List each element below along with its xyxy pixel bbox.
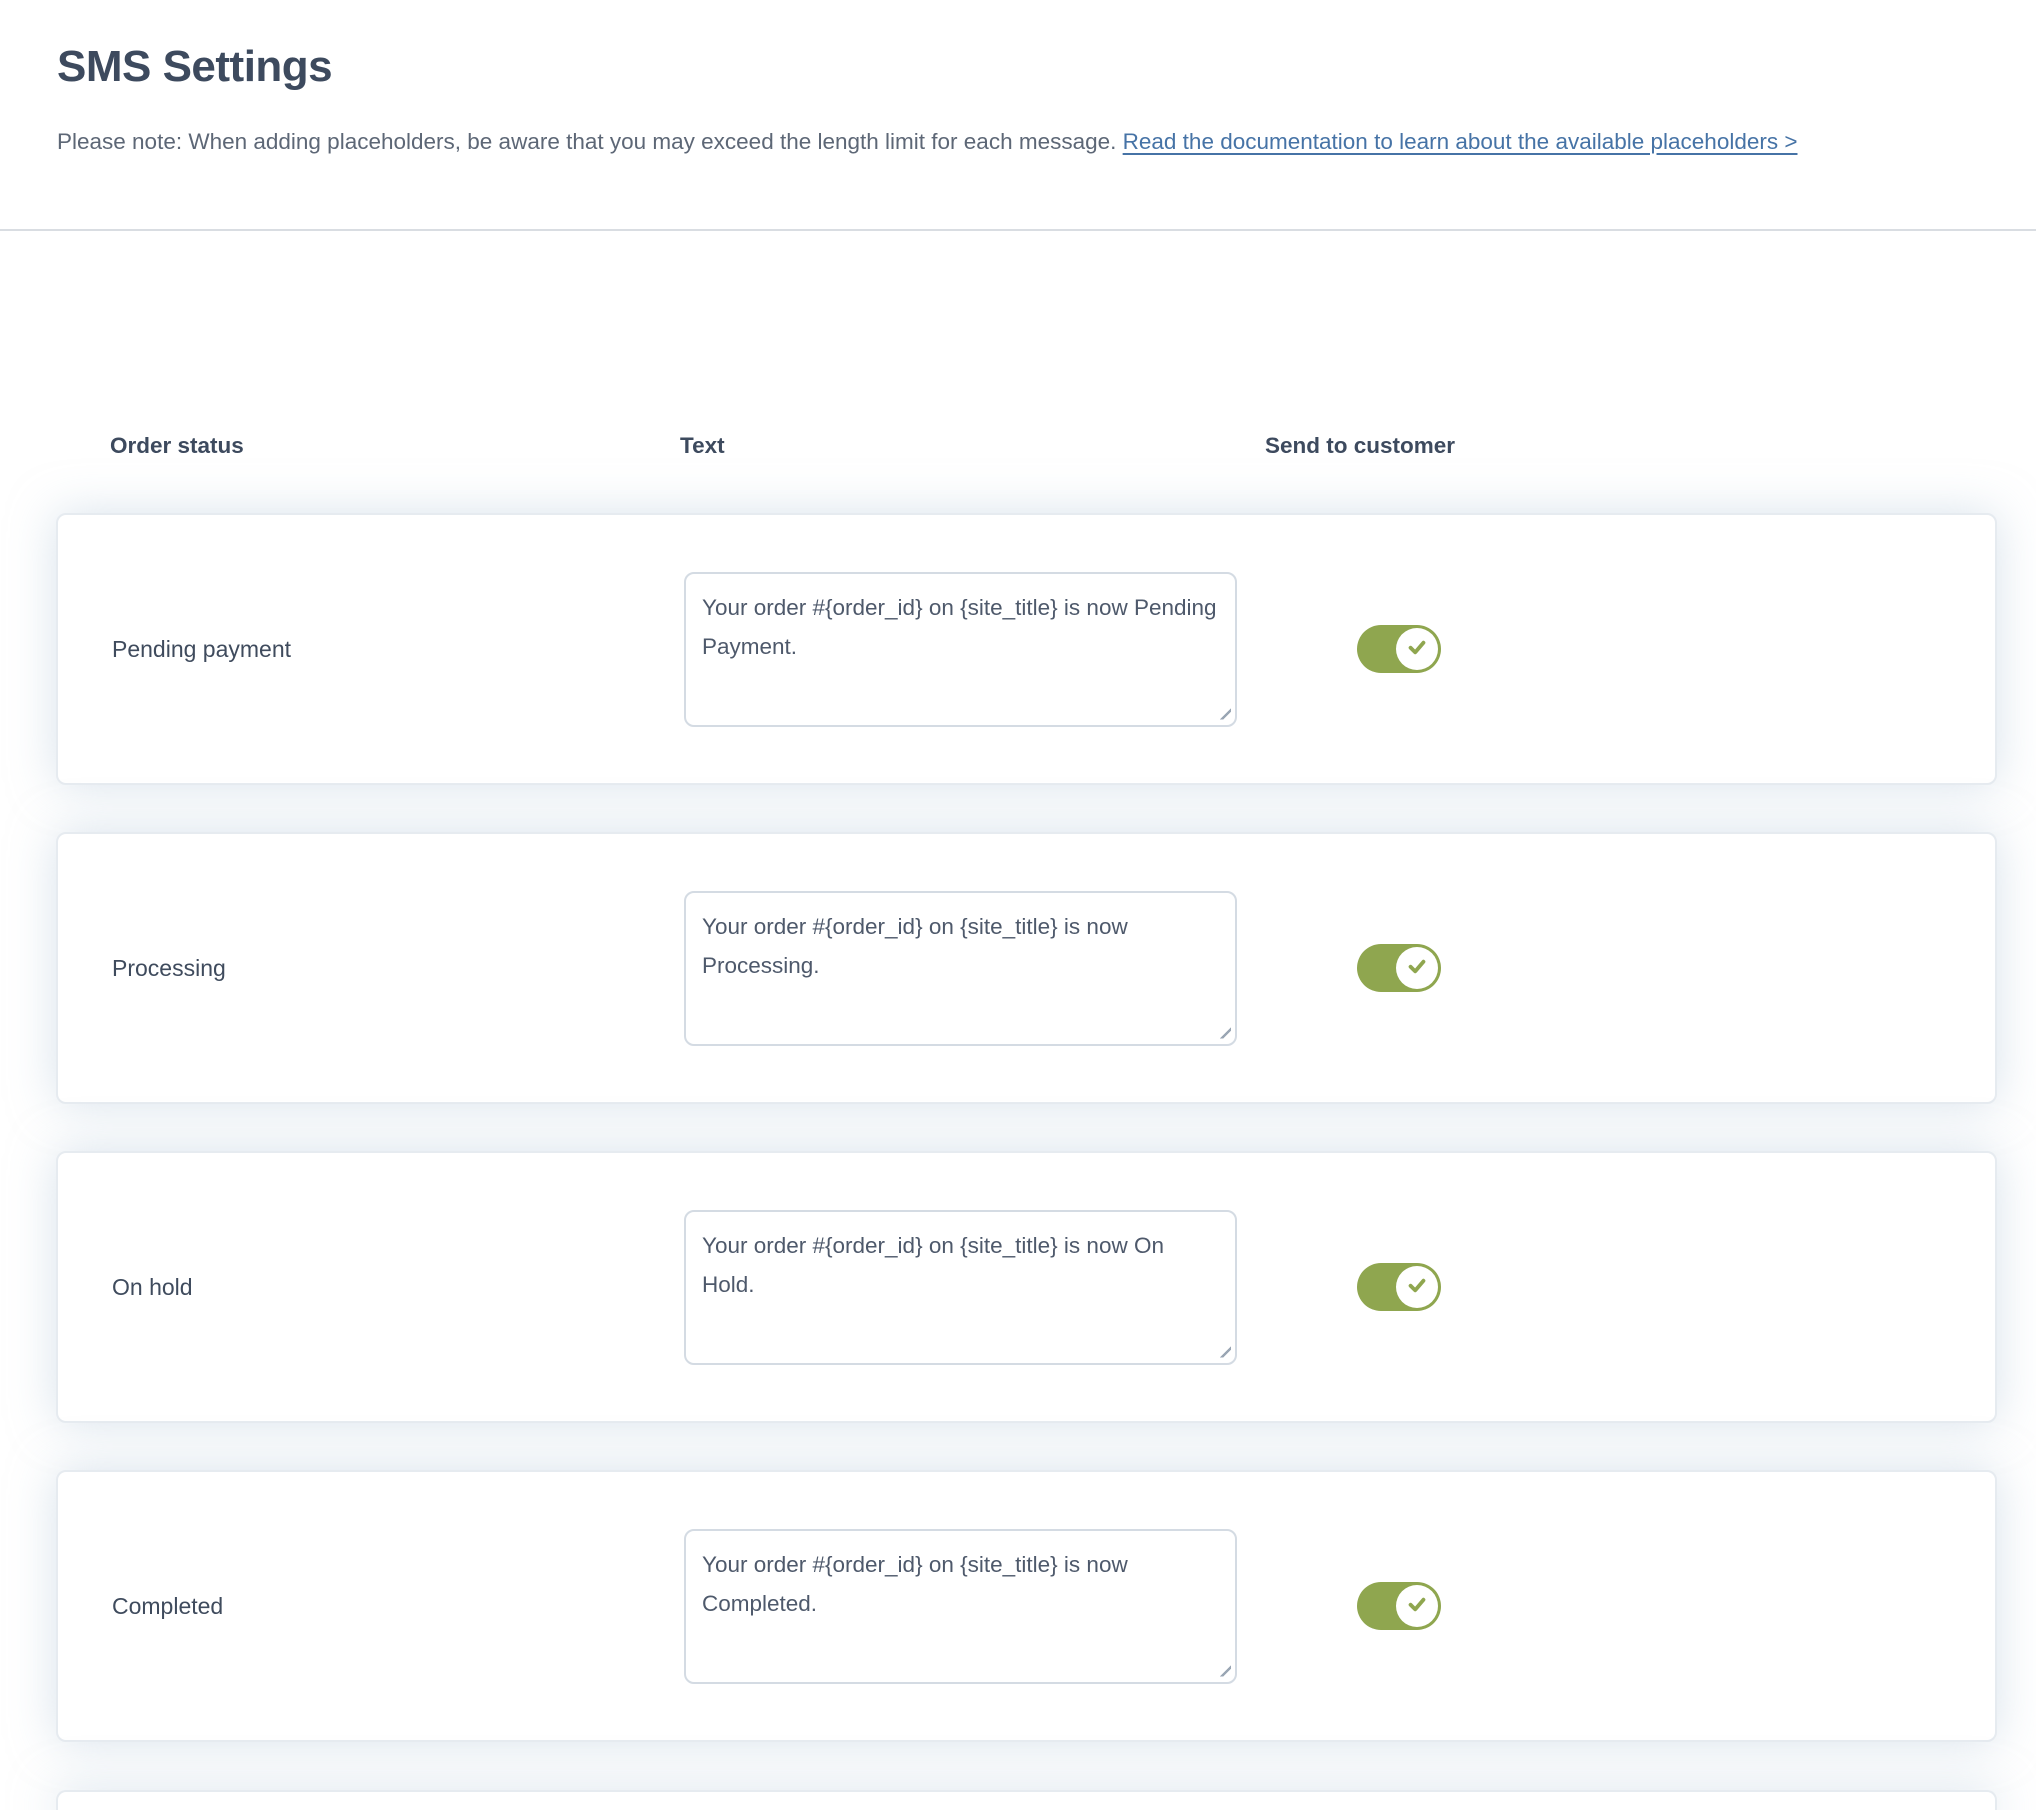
check-icon [1406, 955, 1428, 982]
message-field-wrap: Your order #{order_id} on {site_title} i… [684, 891, 1237, 1046]
message-field-wrap: Your order #{order_id} on {site_title} i… [684, 1529, 1237, 1684]
message-field-wrap: Your order #{order_id} on {site_title} i… [684, 1210, 1237, 1365]
table-row-partial [56, 1790, 1997, 1810]
page-title: SMS Settings [57, 42, 1966, 92]
check-icon [1406, 1274, 1428, 1301]
send-to-customer-toggle[interactable] [1357, 944, 1441, 992]
header-text: Text [680, 433, 1265, 459]
page-header: SMS Settings Please note: When adding pl… [0, 0, 2036, 161]
table-row: Pending payment Your order #{order_id} o… [56, 513, 1997, 785]
settings-table: Order status Text Send to customer Pendi… [0, 433, 2036, 1742]
order-status-label: Completed [112, 1593, 684, 1620]
sms-settings-page: SMS Settings Please note: When adding pl… [0, 0, 2036, 1810]
table-row: Processing Your order #{order_id} on {si… [56, 832, 1997, 1104]
toggle-knob [1396, 947, 1438, 989]
check-icon [1406, 636, 1428, 663]
table-row: Completed Your order #{order_id} on {sit… [56, 1470, 1997, 1742]
order-status-label: On hold [112, 1274, 684, 1301]
order-status-label: Processing [112, 955, 684, 982]
order-status-label: Pending payment [112, 636, 684, 663]
toggle-knob [1396, 628, 1438, 670]
header-send-to-customer: Send to customer [1265, 433, 1455, 459]
send-to-customer-toggle[interactable] [1357, 1263, 1441, 1311]
send-to-customer-toggle[interactable] [1357, 625, 1441, 673]
check-icon [1406, 1593, 1428, 1620]
message-field-wrap: Your order #{order_id} on {site_title} i… [684, 572, 1237, 727]
message-textarea[interactable]: Your order #{order_id} on {site_title} i… [684, 891, 1237, 1046]
table-row: On hold Your order #{order_id} on {site_… [56, 1151, 1997, 1423]
send-to-customer-toggle[interactable] [1357, 1582, 1441, 1630]
toggle-knob [1396, 1266, 1438, 1308]
header-order-status: Order status [110, 433, 680, 459]
message-textarea[interactable]: Your order #{order_id} on {site_title} i… [684, 572, 1237, 727]
placeholder-note: Please note: When adding placeholders, b… [57, 122, 1965, 161]
toggle-knob [1396, 1585, 1438, 1627]
message-textarea[interactable]: Your order #{order_id} on {site_title} i… [684, 1529, 1237, 1684]
note-text: Please note: When adding placeholders, b… [57, 129, 1123, 154]
documentation-link[interactable]: Read the documentation to learn about th… [1123, 129, 1798, 154]
column-headers: Order status Text Send to customer [110, 433, 2036, 459]
message-textarea[interactable]: Your order #{order_id} on {site_title} i… [684, 1210, 1237, 1365]
section-divider [0, 229, 2036, 231]
